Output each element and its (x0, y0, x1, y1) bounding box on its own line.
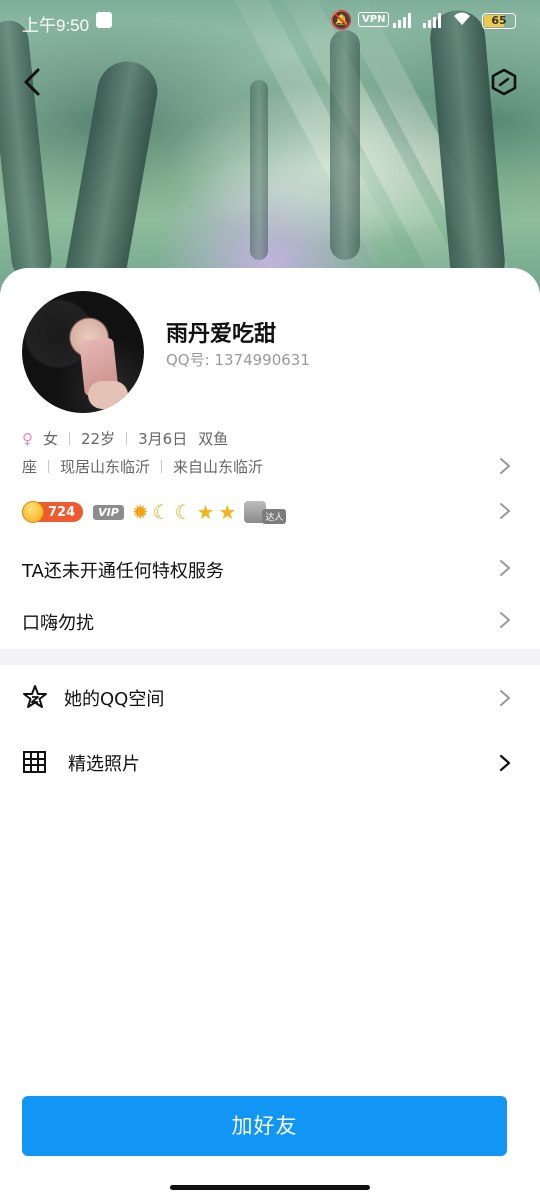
wifi-icon (452, 9, 472, 32)
section-divider (0, 649, 540, 665)
qzone-label: 她的QQ空间 (64, 689, 165, 710)
nickname: 雨丹爱吃甜 (166, 322, 277, 347)
back-button[interactable] (18, 64, 46, 100)
signal-icon (393, 12, 411, 28)
level-value: 724 (48, 504, 76, 520)
grid-icon (23, 751, 46, 773)
chevron-right-icon (498, 688, 512, 708)
battery-level: 65 (491, 14, 507, 27)
moon-icon: ☾ (152, 500, 171, 524)
chevron-right-icon[interactable] (498, 558, 512, 578)
qzone-row[interactable]: 她的QQ空间 (0, 668, 540, 728)
settings-button[interactable] (490, 68, 518, 96)
battery-icon: 65 (482, 13, 516, 29)
star-icon: ★ (218, 500, 237, 524)
daren-badge: 达人 (244, 501, 287, 524)
featured-photos-label: 精选照片 (68, 754, 140, 775)
qq-level-badge: 724 (22, 501, 84, 523)
profile-info-line-1: ♀ 女 22岁 3月6日 双鱼 (22, 428, 502, 449)
chevron-right-icon[interactable] (498, 610, 512, 630)
signal-icon (423, 12, 441, 28)
hometown: 来自山东临沂 (173, 458, 264, 476)
signature-text[interactable]: 口嗨勿扰 (22, 609, 94, 635)
vpn-indicator: VPN (358, 12, 390, 27)
hexagon-icon (491, 68, 517, 96)
back-arrow-icon (24, 68, 40, 96)
zodiac: 双鱼 (198, 430, 229, 448)
badges-row[interactable]: 724 VIP ✹ ☾ ☾ ★ ★ 达人 (22, 500, 287, 524)
mute-icon: 🔕 (330, 10, 353, 31)
chevron-right-icon[interactable] (498, 456, 512, 476)
status-bar: 上午9:50 🔕 VPN 65 (0, 0, 540, 44)
featured-photos-row[interactable]: 精选照片 (0, 733, 540, 793)
residence: 现居山东临沂 (60, 458, 151, 476)
vip-badge: VIP (93, 504, 124, 520)
star-outline-icon (23, 685, 47, 708)
star-icon: ★ (196, 500, 215, 524)
birthday: 3月6日 (138, 430, 188, 448)
home-indicator[interactable] (170, 1185, 370, 1190)
coin-icon (22, 501, 44, 523)
age: 22岁 (81, 430, 116, 448)
daren-label: 达人 (262, 508, 287, 524)
sun-icon: ✹ (131, 500, 149, 524)
avatar[interactable] (22, 291, 144, 413)
privilege-status[interactable]: TA还未开通任何特权服务 (22, 557, 224, 583)
add-friend-button[interactable]: 加好友 (22, 1096, 507, 1156)
notification-app-icon (96, 12, 112, 28)
female-icon: ♀ (22, 430, 33, 448)
qq-number: QQ号: 1374990631 (166, 351, 310, 369)
chevron-right-icon[interactable] (498, 501, 512, 521)
profile-cover-image (0, 0, 540, 300)
zodiac-suffix: 座 (22, 458, 38, 476)
profile-info-line-2[interactable]: 座 现居山东临沂 来自山东临沂 (22, 456, 502, 477)
moon-icon: ☾ (174, 500, 193, 524)
status-time: 上午9:50 (22, 16, 90, 35)
gender: 女 (43, 430, 59, 448)
chevron-right-icon (498, 753, 512, 773)
